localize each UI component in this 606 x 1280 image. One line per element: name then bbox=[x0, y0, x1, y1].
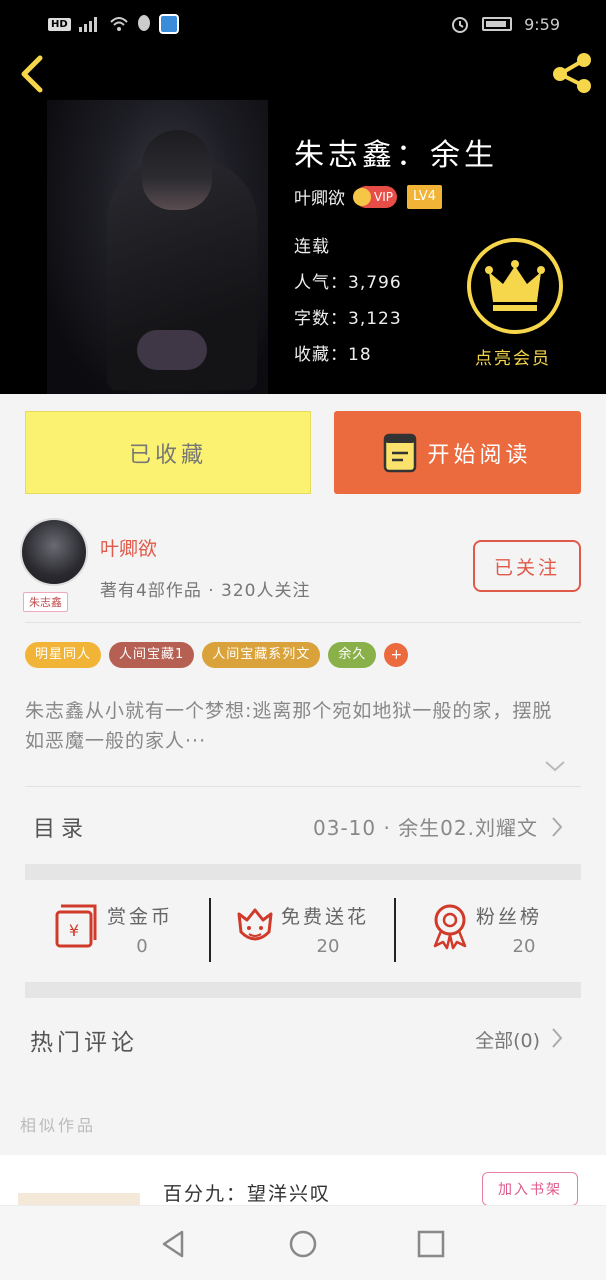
system-nav-bar bbox=[0, 1205, 606, 1280]
chevron-right-icon bbox=[552, 817, 563, 837]
flower-value: 20 bbox=[316, 936, 340, 957]
author-avatar[interactable] bbox=[20, 518, 88, 586]
hot-comments-label: 热门评论 bbox=[30, 1030, 138, 1056]
serial-status: 连载 bbox=[294, 237, 330, 257]
add-to-shelf-button[interactable]: 加入书架 bbox=[482, 1172, 578, 1206]
more-tags-button[interactable]: + bbox=[384, 643, 409, 667]
synopsis: 朱志鑫从小就有一个梦想:逃离那个宛如地狱一般的家，摆脱如恶魔一般的家人··· bbox=[25, 700, 553, 752]
coin-label: 赏金币 bbox=[107, 906, 174, 928]
author-card-name[interactable]: 叶卿欲 bbox=[100, 534, 157, 561]
send-flower-cell[interactable]: 免费送花 20 bbox=[211, 880, 396, 980]
tag-item[interactable]: 人间宝藏1 bbox=[109, 642, 195, 668]
nav-recents-icon[interactable] bbox=[415, 1228, 447, 1260]
red-envelope-icon: ¥ bbox=[55, 904, 97, 948]
coin-reward-cell[interactable]: ¥ 赏金币 0 bbox=[25, 880, 211, 980]
back-arrow-icon bbox=[21, 55, 43, 93]
tag-item[interactable]: 明星同人 bbox=[25, 642, 102, 668]
share-button[interactable] bbox=[550, 50, 596, 96]
signal-icon bbox=[78, 17, 97, 32]
book-header: HD 9:59 朱志鑫：余生 叶卿欲 VIP LV4 连载 人气：3,796 字… bbox=[0, 0, 606, 394]
member-label[interactable]: 点亮会员 bbox=[475, 344, 551, 369]
author-name[interactable]: 叶卿欲 bbox=[294, 184, 345, 209]
start-reading-button[interactable]: 开始阅读 bbox=[334, 411, 581, 494]
toc-label: 目录 bbox=[33, 817, 90, 842]
fan-ranking-cell[interactable]: 粉丝榜 20 bbox=[396, 880, 581, 980]
hot-comments-row[interactable]: 热门评论 全部(0) bbox=[0, 1000, 606, 1076]
book-cover[interactable] bbox=[47, 100, 268, 394]
collections-stat: 收藏：18 bbox=[294, 345, 372, 365]
coin-value: 0 bbox=[136, 936, 148, 957]
nav-back-icon[interactable] bbox=[158, 1228, 190, 1260]
nav-home-icon[interactable] bbox=[287, 1228, 319, 1260]
section-band bbox=[25, 864, 581, 880]
similar-title[interactable]: 百分九：望洋兴叹 bbox=[163, 1179, 331, 1206]
word-count-stat: 字数：3,123 bbox=[294, 309, 402, 329]
divider bbox=[25, 786, 581, 787]
similar-works-label: 相似作品 bbox=[20, 1116, 97, 1135]
qq-icon bbox=[137, 15, 150, 31]
section-band bbox=[25, 982, 581, 998]
tag-list: 明星同人 人间宝藏1 人间宝藏系列文 余久 + bbox=[25, 642, 409, 668]
chevron-down-icon[interactable] bbox=[542, 756, 568, 776]
similar-cover[interactable] bbox=[18, 1193, 140, 1205]
share-icon bbox=[553, 53, 591, 93]
back-button[interactable] bbox=[14, 50, 54, 96]
book-title: 朱志鑫：余生 bbox=[294, 138, 498, 173]
follow-button[interactable]: 已关注 bbox=[473, 540, 581, 592]
wifi-icon bbox=[109, 17, 128, 31]
divider bbox=[25, 622, 581, 623]
svg-text:¥: ¥ bbox=[69, 921, 79, 940]
clock: 9:59 bbox=[524, 14, 560, 34]
fan-ranking-value: 20 bbox=[512, 936, 536, 957]
alarm-icon bbox=[452, 17, 469, 33]
author-row: 叶卿欲 VIP LV4 bbox=[294, 184, 442, 209]
chevron-right-icon bbox=[552, 1028, 563, 1048]
app-notification-icon bbox=[158, 14, 179, 34]
latest-chapter: 03-10 · 余生02.刘耀文 bbox=[313, 816, 538, 840]
author-meta: 著有4部作品 · 320人关注 bbox=[100, 581, 311, 601]
battery-icon bbox=[482, 17, 513, 31]
member-button[interactable] bbox=[467, 238, 563, 334]
avatar-tag: 朱志鑫 bbox=[23, 592, 68, 612]
crown-icon bbox=[485, 260, 545, 311]
level-badge: LV4 bbox=[406, 184, 442, 209]
book-icon bbox=[384, 433, 417, 472]
collected-button[interactable]: 已收藏 bbox=[25, 411, 311, 494]
all-comments-link[interactable]: 全部(0) bbox=[475, 1026, 540, 1053]
crown-badge-icon bbox=[353, 187, 371, 206]
flower-icon bbox=[237, 908, 273, 941]
reward-stats: ¥ 赏金币 0 免费送花 20 粉丝榜 20 bbox=[25, 880, 581, 980]
flower-label: 免费送花 bbox=[281, 906, 370, 928]
similar-work-item[interactable]: 百分九：望洋兴叹 加入书架 bbox=[0, 1155, 606, 1206]
vip-badge: VIP bbox=[353, 185, 397, 208]
status-bar: HD 9:59 bbox=[0, 0, 606, 50]
award-ribbon-icon bbox=[433, 904, 467, 950]
tag-item[interactable]: 人间宝藏系列文 bbox=[202, 642, 321, 668]
tag-item[interactable]: 余久 bbox=[328, 642, 377, 668]
popularity-stat: 人气：3,796 bbox=[294, 273, 402, 293]
table-of-contents-row[interactable]: 目录 03-10 · 余生02.刘耀文 bbox=[0, 788, 606, 864]
network-badge: HD bbox=[48, 17, 71, 31]
fan-ranking-label: 粉丝榜 bbox=[476, 906, 543, 928]
